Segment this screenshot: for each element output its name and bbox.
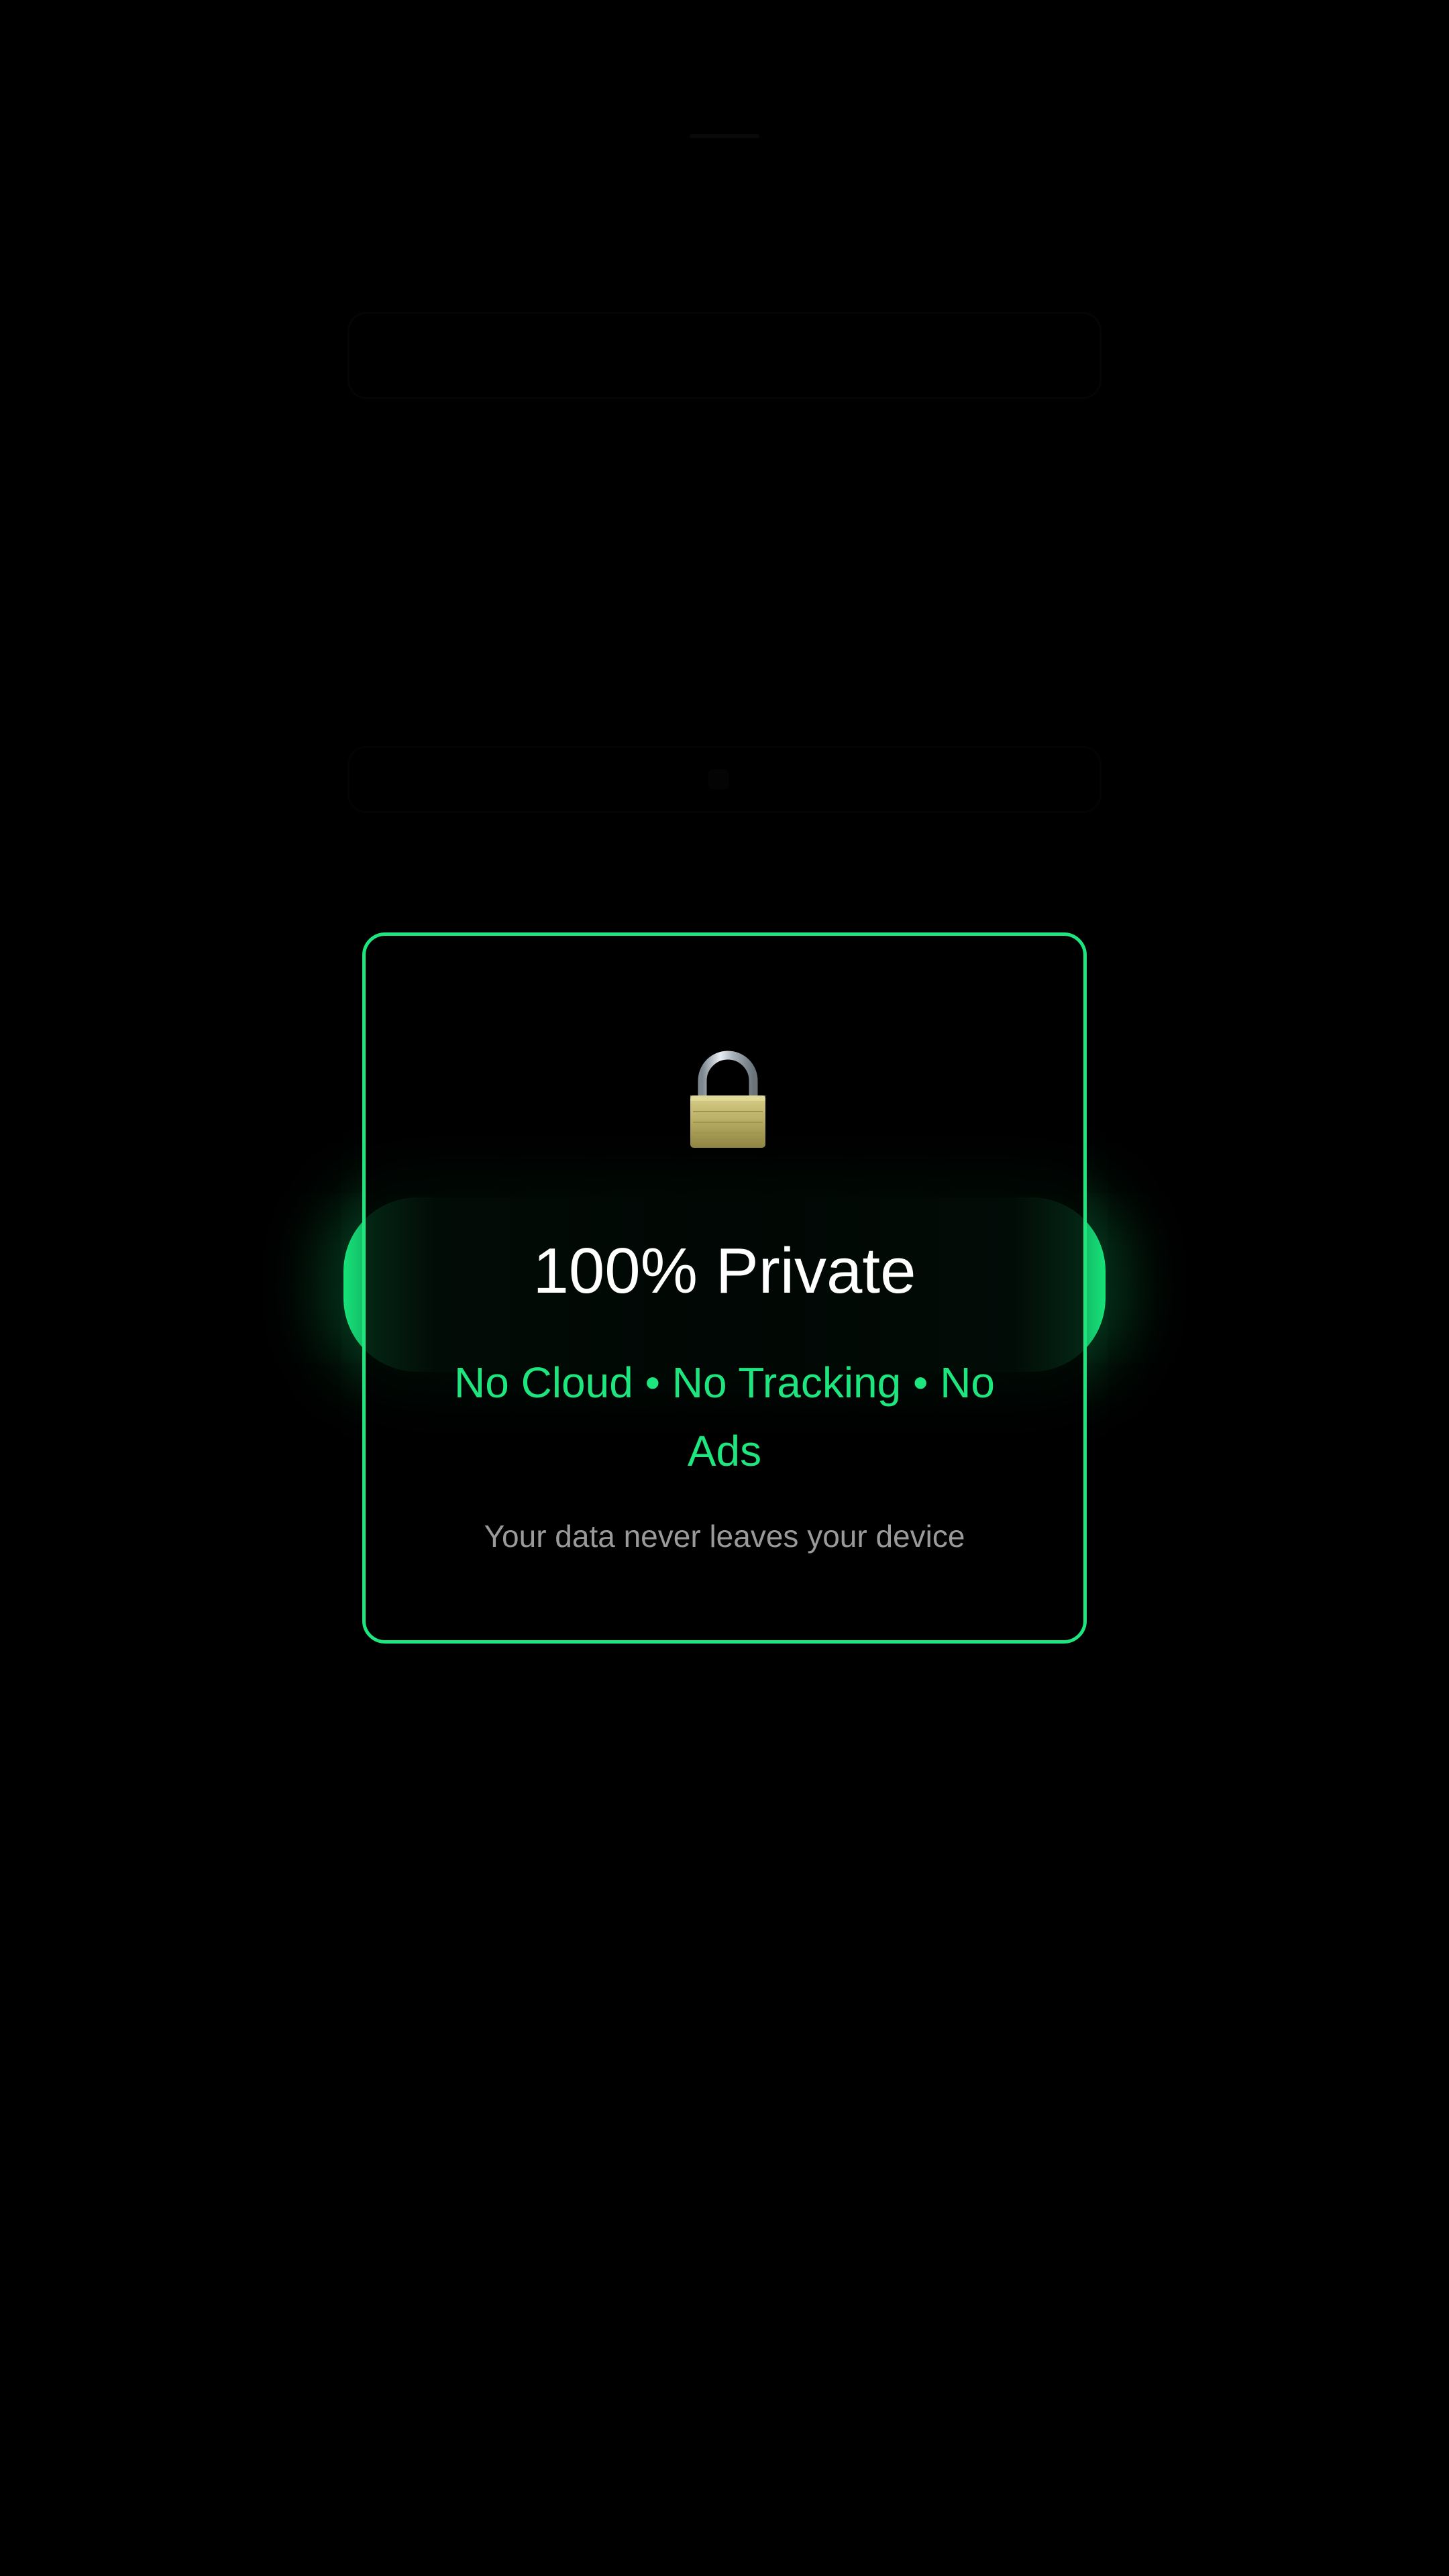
entry-input[interactable] xyxy=(347,312,1102,399)
coach-icon xyxy=(708,769,729,790)
card-title: 100% Private xyxy=(533,1235,916,1307)
privacy-card: 100% Private No Cloud • No Tracking • No… xyxy=(362,932,1087,1644)
ai-coach-button[interactable] xyxy=(347,746,1102,813)
card-note: Your data never leaves your device xyxy=(484,1519,965,1554)
lock-icon xyxy=(690,1051,765,1148)
drag-handle[interactable] xyxy=(690,134,759,138)
card-features: No Cloud • No Tracking • No Ads xyxy=(453,1358,996,1475)
